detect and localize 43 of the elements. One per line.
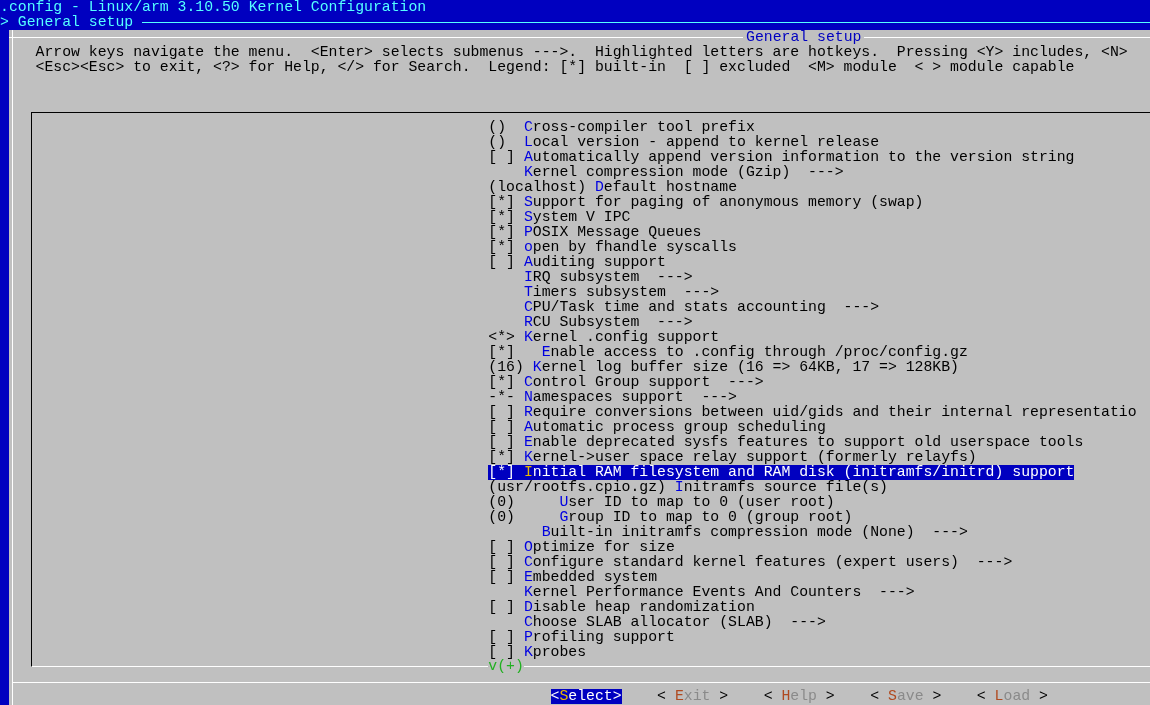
menu-item[interactable]: [*] System V IPC	[488, 210, 631, 225]
menu-item[interactable]: Kernel compression mode (Gzip) --->	[488, 165, 844, 180]
menu-item[interactable]: [*] Initial RAM filesystem and RAM disk (initramfs/initrd) support	[488, 465, 1075, 480]
menu-item[interactable]: [ ] Optimize for size	[488, 540, 675, 555]
menu-item[interactable]: [ ] Automatically append version information to the version string	[488, 150, 1075, 165]
menu-item[interactable]: Choose SLAB allocator (SLAB) --->	[488, 615, 826, 630]
window-title: .config - Linux/arm 3.10.50 Kernel Configuration	[0, 0, 427, 15]
menu-item[interactable]: [ ] Enable deprecated sysfs features to support old userspace tools	[488, 435, 1084, 450]
menu-item[interactable]: CPU/Task time and stats accounting --->	[488, 300, 880, 315]
menu-item[interactable]: [ ] Kprobes	[488, 645, 587, 660]
menu-item[interactable]: Built-in initramfs compression mode (None) --->	[488, 525, 968, 540]
menu-item[interactable]: Kernel Performance Events And Counters --->	[488, 585, 915, 600]
dialog-title: General setup	[746, 30, 862, 45]
help-text: Arrow keys navigate the menu. <Enter> selects submenus --->. Highlighted letters are hotkeys. Pressing <Y> includes, <N>	[34, 45, 1129, 60]
scroll-indicator: v(+)	[488, 659, 524, 674]
menu-item[interactable]: [ ] Automatic process group scheduling	[488, 420, 826, 435]
menu-item[interactable]: [ ] Auditing support	[488, 255, 666, 270]
menu-item[interactable]: (0) User ID to map to 0 (user root)	[488, 495, 835, 510]
breadcrumb: > General setup	[0, 15, 134, 30]
menu-item[interactable]: -*- Namespaces support --->	[488, 390, 737, 405]
menu-item[interactable]: () Cross-compiler tool prefix	[488, 120, 755, 135]
menu-item[interactable]: [*] Enable access to .config through /proc/config.gz	[488, 345, 968, 360]
menu-item[interactable]: [ ] Disable heap randomization	[488, 600, 755, 615]
menu-item[interactable]: [*] Kernel->user space relay support (formerly relayfs)	[488, 450, 977, 465]
menu-item[interactable]: (localhost) Default hostname	[488, 180, 737, 195]
menu-item[interactable]: [ ] Embedded system	[488, 570, 658, 585]
menu-item[interactable]: (usr/rootfs.cpio.gz) Initramfs source file(s)	[488, 480, 888, 495]
menu-item[interactable]: [ ] Require conversions between uid/gids and their internal representatio	[488, 405, 1137, 420]
menu-item[interactable]: IRQ subsystem --->	[488, 270, 693, 285]
menu-item[interactable]: <*> Kernel .config support	[488, 330, 720, 345]
menu-item[interactable]: [ ] Configure standard kernel features (expert users) --->	[488, 555, 1013, 570]
menu-item[interactable]: [*] open by fhandle syscalls	[488, 240, 737, 255]
menu-item[interactable]: [*] POSIX Message Queues	[488, 225, 702, 240]
menu-item[interactable]: [*] Support for paging of anonymous memory (swap)	[488, 195, 924, 210]
menu-item[interactable]: () Local version - append to kernel release	[488, 135, 880, 150]
dialog-button[interactable]: <Select>	[550, 689, 622, 704]
help-text: <Esc><Esc> to exit, <?> for Help, </> for Search. Legend: [*] built-in [ ] excluded <M> module < > module capable	[34, 60, 1076, 75]
menu-item[interactable]: [ ] Profiling support	[488, 630, 675, 645]
menu-item[interactable]: RCU Subsystem --->	[488, 315, 693, 330]
menu-item[interactable]: [*] Control Group support --->	[488, 375, 764, 390]
menu-item[interactable]: (0) Group ID to map to 0 (group root)	[488, 510, 853, 525]
menu-item[interactable]: Timers subsystem --->	[488, 285, 720, 300]
menu-item[interactable]: (16) Kernel log buffer size (16 => 64KB, 17 => 128KB)	[488, 360, 959, 375]
